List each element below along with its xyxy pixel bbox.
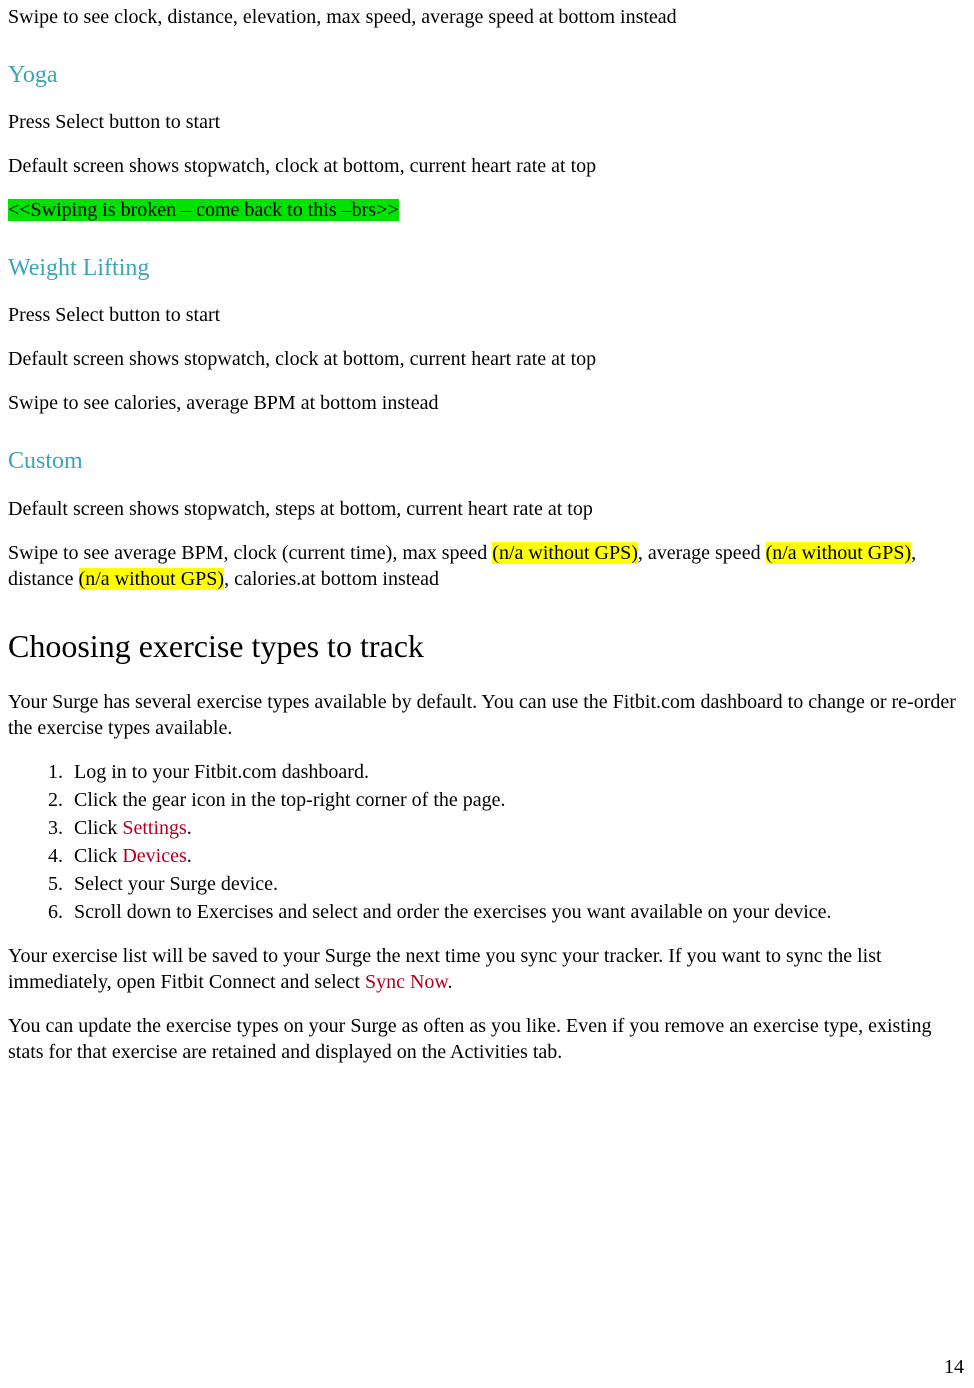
text-run: Click xyxy=(74,817,122,839)
list-item: Click the gear icon in the top-right cor… xyxy=(68,787,962,813)
text-run: Click the xyxy=(74,789,152,811)
weight-p2: Default screen shows stopwatch, clock at… xyxy=(8,346,962,372)
list-item: Log in to your Fitbit.com dashboard. xyxy=(68,759,962,785)
yoga-note: <<Swiping is broken – come back to this … xyxy=(8,197,962,223)
ui-label-settings: Settings xyxy=(122,817,186,839)
text-run: , calories.at bottom instead xyxy=(224,568,439,590)
highlight-yellow: (n/a without GPS) xyxy=(79,568,225,590)
text-run: . xyxy=(448,971,453,993)
list-item: Click Devices. xyxy=(68,843,962,869)
weight-p3: Swipe to see calories, average BPM at bo… xyxy=(8,390,962,416)
text-run: , average speed xyxy=(638,542,766,564)
yoga-p2: Default screen shows stopwatch, clock at… xyxy=(8,153,962,179)
choosing-intro: Your Surge has several exercise types av… xyxy=(8,689,962,741)
list-item: Select your Surge device. xyxy=(68,871,962,897)
highlight-yellow: (n/a without GPS) xyxy=(492,542,638,564)
steps-list: Log in to your Fitbit.com dashboard. Cli… xyxy=(8,759,962,925)
highlight-yellow: (n/a without GPS) xyxy=(766,542,912,564)
heading-custom: Custom xyxy=(8,446,962,477)
heading-weight-lifting: Weight Lifting xyxy=(8,253,962,284)
text-run: Click xyxy=(74,845,122,867)
text-run: . xyxy=(187,845,192,867)
ui-label-devices: Devices xyxy=(122,845,186,867)
heading-yoga: Yoga xyxy=(8,60,962,91)
heading-choosing: Choosing exercise types to track xyxy=(8,626,962,668)
text-run: Swipe to see average BPM, clock (current… xyxy=(8,542,492,564)
text-run: . xyxy=(187,817,192,839)
choosing-after1: Your exercise list will be saved to your… xyxy=(8,943,962,995)
custom-p2: Swipe to see average BPM, clock (current… xyxy=(8,540,962,592)
intro-paragraph: Swipe to see clock, distance, elevation,… xyxy=(8,4,962,30)
highlight-green: <<Swiping is broken – come back to this … xyxy=(8,199,399,221)
text-run: icon in the top-right corner of the page… xyxy=(186,789,505,811)
list-item: Click Settings. xyxy=(68,815,962,841)
choosing-after2: You can update the exercise types on you… xyxy=(8,1013,962,1065)
yoga-p1: Press Select button to start xyxy=(8,109,962,135)
gear-term: gear xyxy=(152,789,186,811)
custom-p1: Default screen shows stopwatch, steps at… xyxy=(8,496,962,522)
weight-p1: Press Select button to start xyxy=(8,302,962,328)
list-item: Scroll down to Exercises and select and … xyxy=(68,899,962,925)
page-number: 14 xyxy=(944,1354,964,1380)
ui-label-sync-now: Sync Now xyxy=(365,971,448,993)
